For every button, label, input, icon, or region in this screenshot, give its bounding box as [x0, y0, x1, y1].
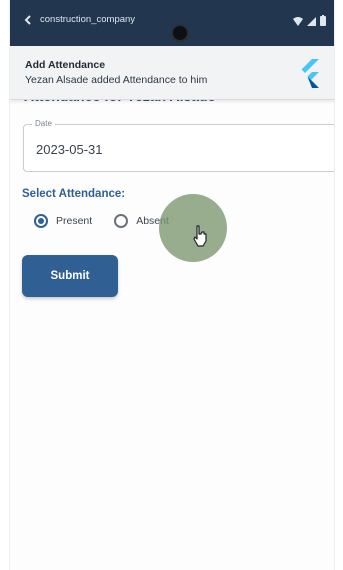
date-field-value: 2023-05-31 [36, 142, 103, 157]
mouse-cursor-icon [193, 225, 207, 247]
app-frame: construction_company Attendance for Yeza… [9, 0, 335, 570]
notification-title: Add Attendance [25, 59, 106, 71]
submit-button[interactable]: Submit [22, 255, 118, 297]
status-app-name: construction_company [40, 14, 136, 25]
radio-present-indicator[interactable] [34, 214, 48, 228]
battery-icon [320, 13, 326, 31]
status-icons [293, 13, 326, 31]
radio-present-label: Present [56, 215, 93, 227]
status-bar: construction_company [10, 0, 334, 46]
notification-banner[interactable]: Add Attendance Yezan Alsade added Attend… [10, 46, 334, 100]
back-arrow-icon [24, 14, 31, 25]
front-camera [171, 24, 189, 42]
radio-absent-indicator[interactable] [114, 214, 129, 228]
date-field[interactable]: Date 2023-05-31 [23, 119, 334, 172]
flutter-logo-icon [301, 59, 319, 88]
date-field-label: Date [32, 119, 55, 128]
signal-icon [307, 13, 316, 31]
wifi-icon [293, 13, 303, 31]
select-attendance-label: Select Attendance: [22, 188, 126, 200]
radio-present[interactable]: Present [34, 214, 92, 228]
notification-body: Yezan Alsade added Attendance to him [25, 74, 208, 86]
status-bar-left: construction_company [24, 14, 135, 25]
